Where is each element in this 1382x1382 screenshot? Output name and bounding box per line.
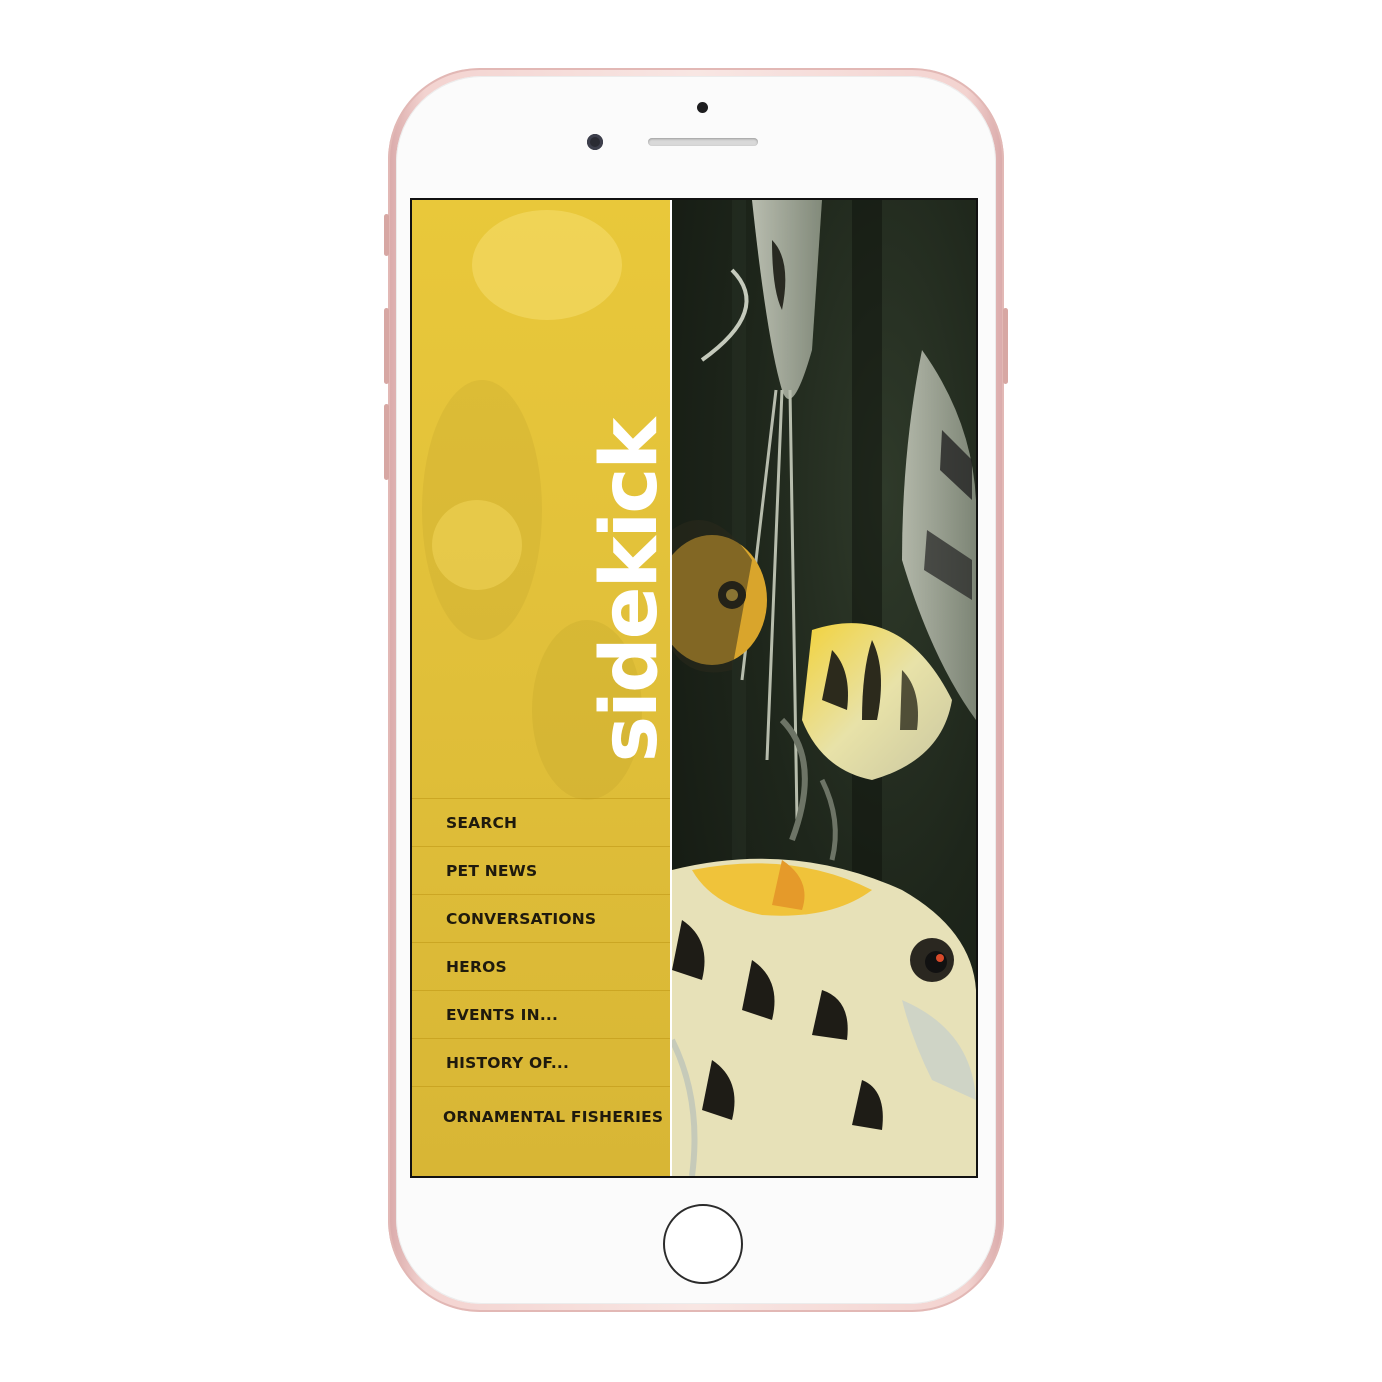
angelfish-illustration <box>672 200 976 1176</box>
fish-bottom-marbled <box>672 858 976 1176</box>
menu-item-conversations[interactable]: CONVERSATIONS <box>412 894 670 942</box>
menu-panel: sidekick SEARCH PET NEWS CONVERSATIONS H… <box>412 200 670 1176</box>
stage: sidekick SEARCH PET NEWS CONVERSATIONS H… <box>0 0 1382 1382</box>
background-fish-shape <box>472 210 622 320</box>
power-button <box>1003 308 1008 384</box>
menu-item-pet-news[interactable]: PET NEWS <box>412 846 670 894</box>
proximity-sensor <box>697 102 708 113</box>
menu-item-ornamental-fisheries[interactable]: ORNAMENTAL FISHERIES <box>412 1086 670 1146</box>
volume-down-button <box>384 404 389 480</box>
fish-top <box>700 200 822 821</box>
brand-wordmark: sidekick <box>585 419 670 763</box>
front-camera-icon <box>587 134 603 150</box>
menu-item-heros[interactable]: HEROS <box>412 942 670 990</box>
app-screen: sidekick SEARCH PET NEWS CONVERSATIONS H… <box>410 198 978 1178</box>
menu-item-search[interactable]: SEARCH <box>412 798 670 846</box>
brand-logo: sidekick <box>585 400 670 782</box>
background-fish-shape <box>432 500 522 590</box>
menu-item-history[interactable]: HISTORY OF... <box>412 1038 670 1086</box>
main-menu: SEARCH PET NEWS CONVERSATIONS HEROS EVEN… <box>412 798 670 1146</box>
earpiece-speaker <box>648 138 758 146</box>
mute-switch <box>384 214 389 256</box>
menu-item-events[interactable]: EVENTS IN... <box>412 990 670 1038</box>
fish-left-yellow <box>672 520 767 673</box>
home-button[interactable] <box>663 1204 743 1284</box>
aquarium-photo <box>672 200 976 1176</box>
volume-up-button <box>384 308 389 384</box>
